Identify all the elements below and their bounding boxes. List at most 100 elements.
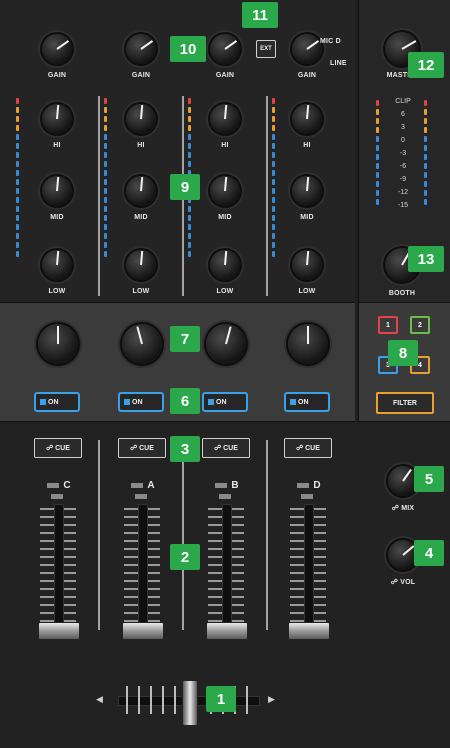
channel-divider	[182, 440, 184, 630]
vu-label: 6	[401, 111, 405, 118]
callout-10: 10	[170, 36, 206, 62]
channel-divider	[266, 440, 268, 630]
cue-button-a[interactable]: ☍ CUE	[118, 438, 166, 458]
channel-divider	[98, 96, 100, 296]
on-indicator	[290, 399, 296, 405]
callout-11: 11	[242, 2, 278, 28]
cue-label: CUE	[223, 444, 238, 452]
headphone-icon: ☍	[130, 445, 140, 452]
master-vu-right	[424, 100, 427, 208]
on-indicator	[124, 399, 130, 405]
mixer-panel: GAIN GAIN GAIN GAIN EXT MIC D LINE MASTE…	[0, 0, 450, 748]
vu-label: 0	[401, 137, 405, 144]
callout-5: 5	[414, 466, 444, 492]
channel-letter: B	[202, 480, 248, 502]
channel-letter: A	[118, 480, 164, 502]
hi-label: HI	[137, 142, 145, 149]
on-label: ON	[216, 398, 227, 406]
gain-label: GAIN	[131, 72, 151, 79]
filter-button[interactable]: FILTER	[376, 392, 434, 414]
vol-label: VOL	[400, 579, 416, 586]
fx-knob-d[interactable]	[288, 324, 328, 364]
gain-label: GAIN	[297, 72, 317, 79]
fx-assign-1[interactable]: 1	[378, 316, 398, 334]
callout-13: 13	[408, 246, 444, 272]
vu-label: CLIP	[395, 98, 411, 105]
low-knob-c[interactable]	[42, 250, 72, 280]
headphone-icon: ☍	[296, 445, 306, 452]
channel-fader-d[interactable]	[288, 622, 330, 640]
channel-fader-track-b	[222, 504, 232, 636]
on-indicator	[40, 399, 46, 405]
channel-fader-a[interactable]	[122, 622, 164, 640]
line-label: LINE	[330, 60, 347, 67]
hi-label: HI	[303, 142, 311, 149]
fx-on-button-b[interactable]: ON	[202, 392, 248, 412]
gain-knob-a[interactable]	[126, 34, 156, 64]
channel-letter: C	[34, 480, 80, 502]
mid-knob-c[interactable]	[42, 176, 72, 206]
hi-knob-a[interactable]	[126, 104, 156, 134]
vu-label: -12	[397, 189, 409, 196]
arrow-right-icon: ▶	[268, 694, 275, 704]
headphone-icon: ☍	[46, 445, 56, 452]
gain-knob-d[interactable]	[292, 34, 322, 64]
on-label: ON	[298, 398, 309, 406]
arrow-left-icon: ◀	[96, 694, 103, 704]
fx-on-button-a[interactable]: ON	[118, 392, 164, 412]
low-label: LOW	[48, 288, 66, 295]
hi-knob-b[interactable]	[210, 104, 240, 134]
callout-6: 6	[170, 388, 200, 414]
hi-knob-c[interactable]	[42, 104, 72, 134]
ext-button[interactable]: EXT	[256, 40, 276, 58]
fx-knob-b[interactable]	[206, 324, 246, 364]
gain-knob-b[interactable]	[210, 34, 240, 64]
crossfader-tick	[246, 686, 248, 714]
mid-label: MID	[300, 214, 314, 221]
gain-knob-c[interactable]	[42, 34, 72, 64]
fx-on-button-c[interactable]: ON	[34, 392, 80, 412]
mid-knob-d[interactable]	[292, 176, 322, 206]
hi-label: HI	[53, 142, 61, 149]
cue-label: CUE	[305, 444, 320, 452]
headphone-icon: ☍	[391, 505, 402, 512]
channel-fader-track-a	[138, 504, 148, 636]
low-knob-d[interactable]	[292, 250, 322, 280]
channel-vu-d	[272, 98, 275, 260]
crossfader[interactable]	[182, 680, 198, 726]
headphone-icon: ☍	[214, 445, 224, 452]
fx-knob-a[interactable]	[122, 324, 162, 364]
headphone-icon: ☍	[390, 579, 401, 586]
cue-mix-label: ☍ MIX	[383, 504, 423, 512]
channel-fader-c[interactable]	[38, 622, 80, 640]
low-knob-a[interactable]	[126, 250, 156, 280]
gain-label: GAIN	[47, 72, 67, 79]
vu-label: 3	[401, 124, 405, 131]
low-label: LOW	[216, 288, 234, 295]
channel-letter: D	[284, 480, 330, 502]
hi-knob-d[interactable]	[292, 104, 322, 134]
callout-3: 3	[170, 436, 200, 462]
fx-knob-c[interactable]	[38, 324, 78, 364]
crossfader-tick	[174, 686, 176, 714]
on-label: ON	[132, 398, 143, 406]
on-label: ON	[48, 398, 59, 406]
fx-assign-2[interactable]: 2	[410, 316, 430, 334]
mid-knob-a[interactable]	[126, 176, 156, 206]
cue-button-c[interactable]: ☍ CUE	[34, 438, 82, 458]
callout-7: 7	[170, 326, 200, 352]
low-knob-b[interactable]	[210, 250, 240, 280]
channel-fader-track-c	[54, 504, 64, 636]
vu-label: -15	[397, 202, 409, 209]
channel-fader-b[interactable]	[206, 622, 248, 640]
fx-on-button-d[interactable]: ON	[284, 392, 330, 412]
callout-4: 4	[414, 540, 444, 566]
cue-button-d[interactable]: ☍ CUE	[284, 438, 332, 458]
mid-label: MID	[50, 214, 64, 221]
low-label: LOW	[298, 288, 316, 295]
cue-button-b[interactable]: ☍ CUE	[202, 438, 250, 458]
mid-knob-b[interactable]	[210, 176, 240, 206]
master-vu-left	[376, 100, 379, 208]
booth-label: BOOTH	[388, 290, 416, 297]
crossfader-tick	[162, 686, 164, 714]
